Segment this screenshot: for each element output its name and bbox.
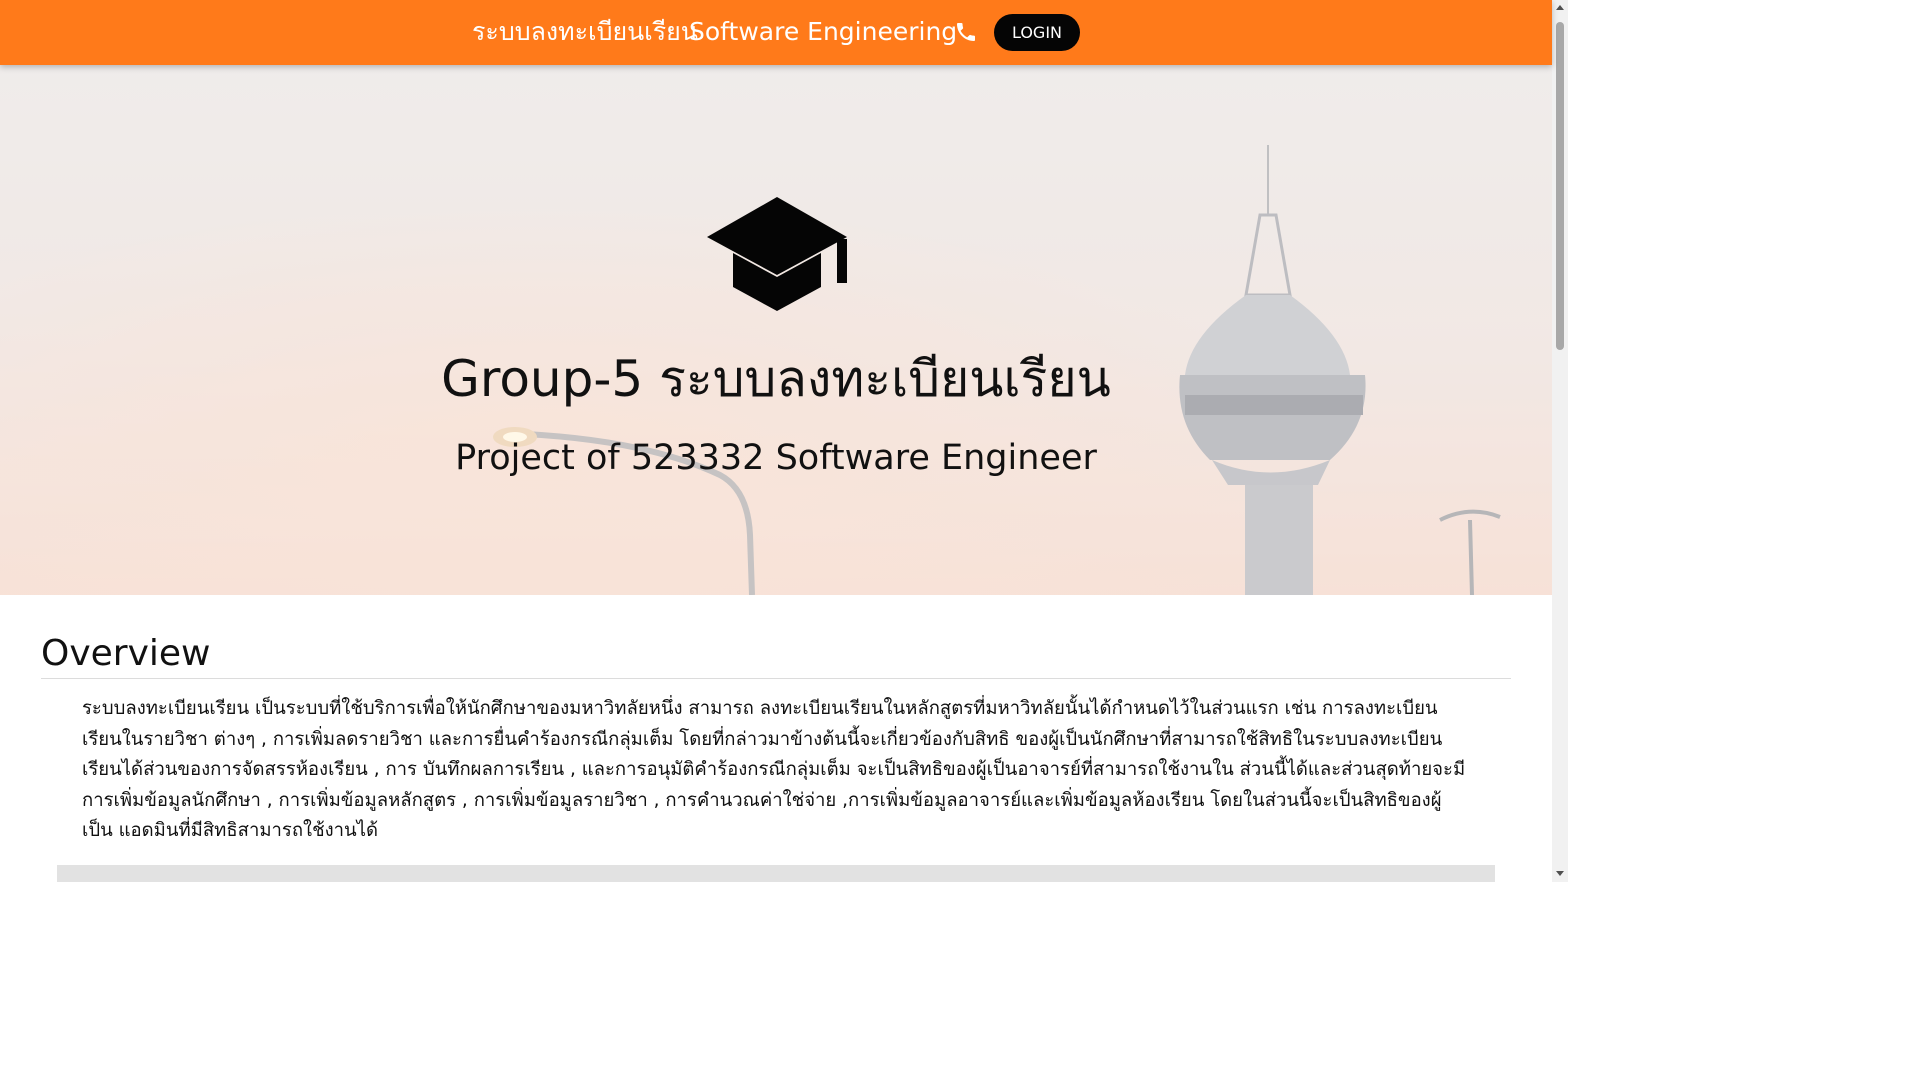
hero-subtitle: Project of 523332 Software Engineer bbox=[455, 438, 1097, 478]
nav-course-link[interactable]: Software Engineering bbox=[689, 16, 957, 48]
overview-text: ระบบลงทะเบียนเรียน เป็นระบบที่ใช้บริการเ… bbox=[82, 698, 1466, 842]
phone-icon[interactable] bbox=[954, 20, 978, 44]
next-section-panel bbox=[57, 865, 1495, 882]
overview-divider bbox=[41, 678, 1511, 679]
scrollbar-thumb[interactable] bbox=[1556, 22, 1564, 350]
vertical-scrollbar[interactable] bbox=[1552, 0, 1568, 882]
login-button[interactable]: LOGIN bbox=[994, 14, 1080, 51]
top-navbar: ระบบลงทะเบียนเรียน Software Engineering … bbox=[0, 0, 1552, 65]
hero-background-image bbox=[0, 65, 1552, 595]
page: ระบบลงทะเบียนเรียน Software Engineering … bbox=[0, 0, 1568, 882]
scroll-down-arrow-icon[interactable] bbox=[1556, 871, 1564, 876]
scroll-up-arrow-icon[interactable] bbox=[1556, 5, 1564, 10]
hero-banner: Group-5 ระบบลงทะเบียนเรียน Project of 52… bbox=[0, 65, 1552, 595]
overview-heading: Overview bbox=[41, 633, 211, 674]
graduation-cap-icon bbox=[707, 197, 847, 311]
nav-brand-link[interactable]: ระบบลงทะเบียนเรียน bbox=[472, 16, 698, 48]
hero-title: Group-5 ระบบลงทะเบียนเรียน bbox=[441, 350, 1111, 408]
